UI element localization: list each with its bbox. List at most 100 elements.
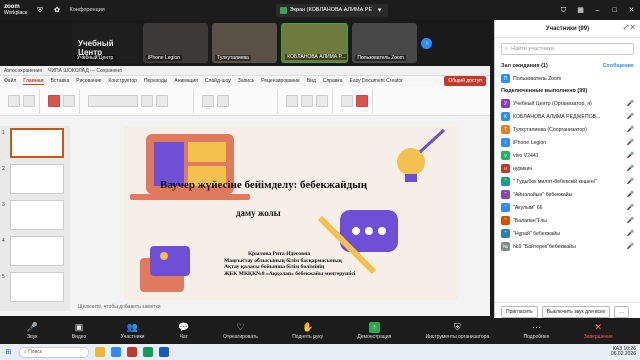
host-tools-button[interactable]: ⛨ Инструменты организатора — [426, 323, 490, 340]
quick-styles-icon[interactable] — [316, 94, 328, 107]
tab-help[interactable]: Справка — [323, 78, 343, 84]
participant-row[interactable]: v vivo V2441 🎤 — [495, 149, 640, 162]
font-select[interactable] — [88, 94, 138, 107]
tab-view[interactable]: Вид — [307, 78, 316, 84]
invite-button[interactable]: Пригласить — [501, 305, 538, 318]
word-icon[interactable] — [159, 347, 169, 357]
tab-insert[interactable]: Вставка — [51, 78, 70, 84]
muted-mic-icon[interactable]: 🎤 — [627, 178, 634, 185]
tab-draw[interactable]: Рисование — [76, 78, 101, 84]
shield-check-icon[interactable]: ⛉ — [559, 6, 568, 15]
participant-row[interactable]: У Учебный Центр (Организатор, я) 🎤 — [495, 97, 640, 110]
italic-icon[interactable] — [156, 94, 168, 107]
waiting-room-section[interactable]: Зал ожидания (1) Сообщение — [495, 60, 640, 72]
paw-icon[interactable]: ✿ — [53, 6, 62, 15]
zoom-icon[interactable] — [111, 347, 121, 357]
conference-label[interactable]: Конференция — [70, 7, 105, 13]
participant-row[interactable]: " " Тудыбек милят-бебекскій кешені" 🎤 — [495, 175, 640, 188]
share-screen-button[interactable]: ↑ Демонстрация — [357, 322, 391, 340]
powerpoint-icon[interactable] — [127, 347, 137, 357]
tab-design[interactable]: Конструктор — [108, 78, 137, 84]
tab-home[interactable]: Главная — [23, 78, 44, 85]
file-explorer-icon[interactable] — [95, 347, 105, 357]
more-button[interactable]: ⋯ Подробнее — [524, 323, 550, 340]
bullets-icon[interactable] — [202, 94, 214, 107]
participant-row[interactable]: i iPhone Legion 🎤 — [495, 136, 640, 149]
participant-row[interactable]: К КОБЛАНОВА АЛИМА РЕДЖЕПОВ... 🎤 — [495, 110, 640, 123]
panel-options-icon[interactable]: ⤢ ✕ — [624, 25, 635, 32]
slide-thumbnail[interactable] — [10, 236, 64, 266]
chat-button[interactable]: 💬 Чат — [178, 323, 189, 340]
share-banner[interactable]: Экран (КОБЛАНОВА АЛИМА РЕ ▾ — [275, 3, 389, 17]
layout-icon[interactable] — [63, 94, 75, 107]
muted-mic-icon[interactable]: 🎤 — [627, 100, 634, 107]
muted-mic-icon[interactable]: 🎤 — [627, 165, 634, 172]
muted-mic-icon[interactable]: 🎤 — [627, 191, 634, 198]
participant-search-input[interactable]: ⌕ Найти участника — [501, 43, 634, 55]
slide-thumbnail[interactable] — [10, 164, 64, 194]
muted-mic-icon[interactable]: 🎤 — [627, 217, 634, 224]
close-icon[interactable]: ✕ — [627, 6, 636, 15]
next-page-button[interactable]: › — [421, 37, 432, 49]
align-icon[interactable] — [217, 94, 229, 107]
autosave-toggle[interactable]: Автосохранение — [4, 68, 42, 74]
audio-button[interactable]: 🎤 Звук — [27, 323, 38, 340]
slide-thumbnail[interactable] — [10, 200, 64, 230]
cut-icon[interactable] — [23, 94, 35, 107]
video-tile[interactable]: КОБЛАНОВА АЛИМА Р... — [281, 23, 349, 63]
muted-mic-icon[interactable]: 🎤 — [627, 113, 634, 120]
video-tile[interactable]: Учебный Центр Учебный Центр — [72, 23, 140, 63]
chrome-icon[interactable] — [143, 347, 153, 357]
shield-icon[interactable]: ⛨ — [36, 6, 45, 15]
participant-row[interactable]: " "Айналайын" бебекжайы 🎤 — [495, 188, 640, 201]
tab-slideshow[interactable]: Слайд-шоу — [205, 78, 231, 84]
windows-start-icon[interactable]: ⊞ — [4, 348, 13, 357]
slide-thumbnail[interactable] — [10, 272, 64, 302]
mute-all-button[interactable]: Выключить звук для всех — [541, 305, 611, 318]
participant-row[interactable]: н нурикин 🎤 — [495, 162, 640, 175]
more-options-button[interactable]: … — [614, 305, 630, 318]
muted-mic-icon[interactable]: 🎤 — [627, 152, 634, 159]
muted-mic-icon[interactable]: 🎤 — [627, 126, 634, 133]
participant-row[interactable]: Т Тулкуталиева (Соорганизатор) 🎤 — [495, 123, 640, 136]
video-tile[interactable]: Тулкуталиева — [212, 23, 278, 63]
participant-row[interactable]: " "Акулым" 66 🎤 — [495, 201, 640, 214]
bold-icon[interactable] — [141, 94, 153, 107]
participant-row[interactable]: № №9 "Байтерек"бебекжайы 🎤 — [495, 240, 640, 253]
muted-mic-icon[interactable]: 🎤 — [627, 243, 634, 250]
participant-row[interactable]: " "Балапан"Ғлы 🎤 — [495, 214, 640, 227]
tab-record[interactable]: Запись — [238, 78, 254, 84]
muted-mic-icon[interactable]: 🎤 — [627, 139, 634, 146]
new-slide-icon[interactable] — [48, 94, 60, 107]
slide-thumbnail[interactable] — [10, 128, 64, 158]
muted-mic-icon[interactable]: 🎤 — [627, 204, 634, 211]
react-button[interactable]: ♡ Отреагировать — [223, 323, 258, 340]
system-tray[interactable]: КАЗ 10:26 06.02.2026 — [611, 346, 636, 358]
tab-easy-doc[interactable]: Easy Document Creator — [349, 78, 402, 84]
video-tile[interactable]: Пользователь Zoom — [352, 23, 418, 63]
video-tile[interactable]: iPhone Legion — [143, 23, 209, 63]
message-link[interactable]: Сообщение — [602, 63, 634, 69]
designer-icon[interactable] — [356, 94, 368, 107]
participant-row[interactable]: " "Нұрай" бебекжайы 🎤 — [495, 227, 640, 240]
video-button[interactable]: ▣ Видео — [72, 323, 87, 340]
taskbar-search[interactable]: ⌕ Поиск — [19, 346, 89, 358]
tab-file[interactable]: Файл — [4, 78, 16, 84]
maximize-icon[interactable]: □ — [610, 6, 619, 15]
find-icon[interactable] — [341, 94, 353, 107]
tab-animations[interactable]: Анимация — [174, 78, 197, 84]
waiting-participant[interactable]: П Пользователь Zoom — [495, 72, 640, 85]
share-button[interactable]: Общий доступ — [444, 76, 486, 86]
arrange-icon[interactable] — [301, 94, 313, 107]
tab-transitions[interactable]: Переходы — [144, 78, 167, 84]
connected-section[interactable]: Подключенные выполнено (99) — [495, 85, 640, 97]
notes-pane[interactable]: Щелкните, чтобы добавить заметки — [72, 302, 488, 312]
current-slide[interactable]: Ваучер жүйесіне бейімделу: бебекжайдың д… — [124, 126, 458, 300]
minimize-icon[interactable]: – — [593, 6, 602, 15]
tab-review[interactable]: Рецензирование — [261, 78, 300, 84]
raise-hand-button[interactable]: ✋ Поднять руку — [292, 323, 323, 340]
shapes-icon[interactable] — [286, 94, 298, 107]
end-button[interactable]: ✕ Завершение — [584, 323, 613, 340]
muted-mic-icon[interactable]: 🎤 — [627, 230, 634, 237]
paste-icon[interactable] — [8, 94, 20, 107]
